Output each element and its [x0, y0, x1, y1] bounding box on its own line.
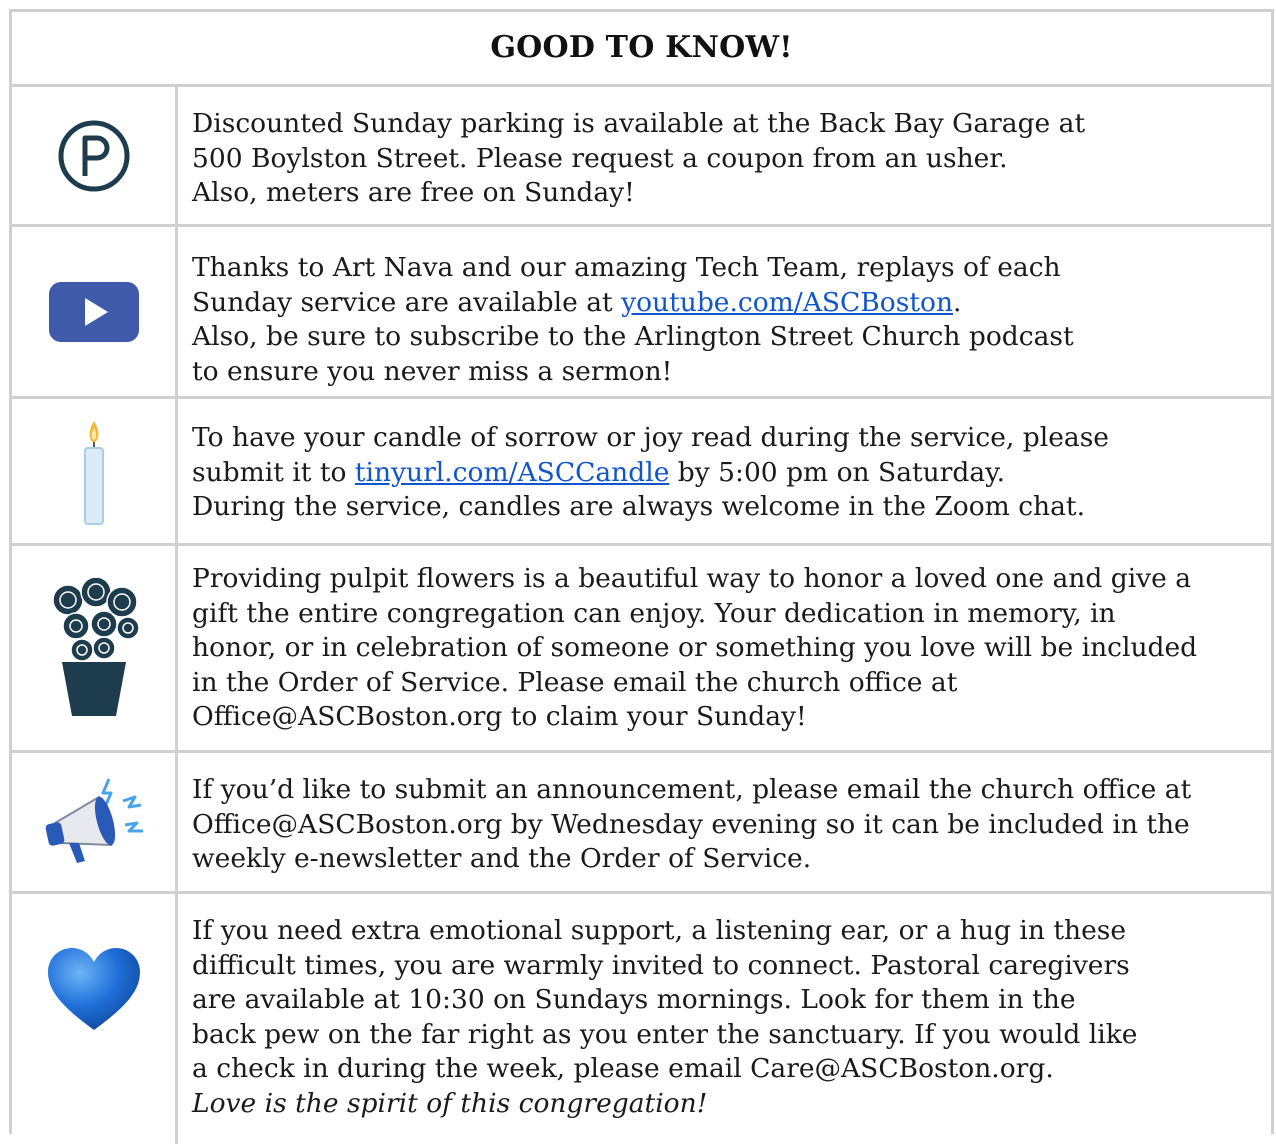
video-play-icon [12, 227, 175, 396]
list-item-candle: To have your candle of sorrow or joy rea… [12, 399, 1271, 543]
care-closing: Love is the spirit of this congregation! [192, 1087, 708, 1119]
replays-text: Thanks to Art Nava and our amazing Tech … [192, 251, 1265, 389]
candle-text: To have your candle of sorrow or joy rea… [192, 421, 1265, 525]
flowers-icon [12, 546, 175, 750]
section-heading: GOOD TO KNOW! [490, 30, 793, 65]
care-text: If you need extra emotional support, a l… [192, 914, 1265, 1121]
candle-icon [12, 399, 175, 543]
flowers-text: Providing pulpit flowers is a beautiful … [192, 563, 1198, 732]
list-item-replays: Thanks to Art Nava and our amazing Tech … [12, 227, 1271, 396]
youtube-link[interactable]: youtube.com/ASCBoston [621, 287, 953, 318]
list-item-announcement: If you’d like to submit an announcement,… [12, 753, 1271, 891]
list-item-flowers: Providing pulpit flowers is a beautiful … [12, 546, 1271, 750]
announcement-text: If you’d like to submit an announcement,… [192, 774, 1192, 874]
care-text-body: If you need extra emotional support, a l… [192, 915, 1138, 1084]
parking-icon [12, 87, 175, 224]
parking-text: Discounted Sunday parking is available a… [192, 108, 1086, 208]
megaphone-icon [12, 753, 175, 891]
blue-heart-icon [12, 894, 175, 1084]
list-item-care: If you need extra emotional support, a l… [12, 894, 1271, 1139]
list-item-parking: Discounted Sunday parking is available a… [12, 87, 1271, 224]
good-to-know-table: GOOD TO KNOW! Discounted Sunday parking … [9, 9, 1274, 1144]
candle-link[interactable]: tinyurl.com/ASCCandle [355, 457, 669, 488]
